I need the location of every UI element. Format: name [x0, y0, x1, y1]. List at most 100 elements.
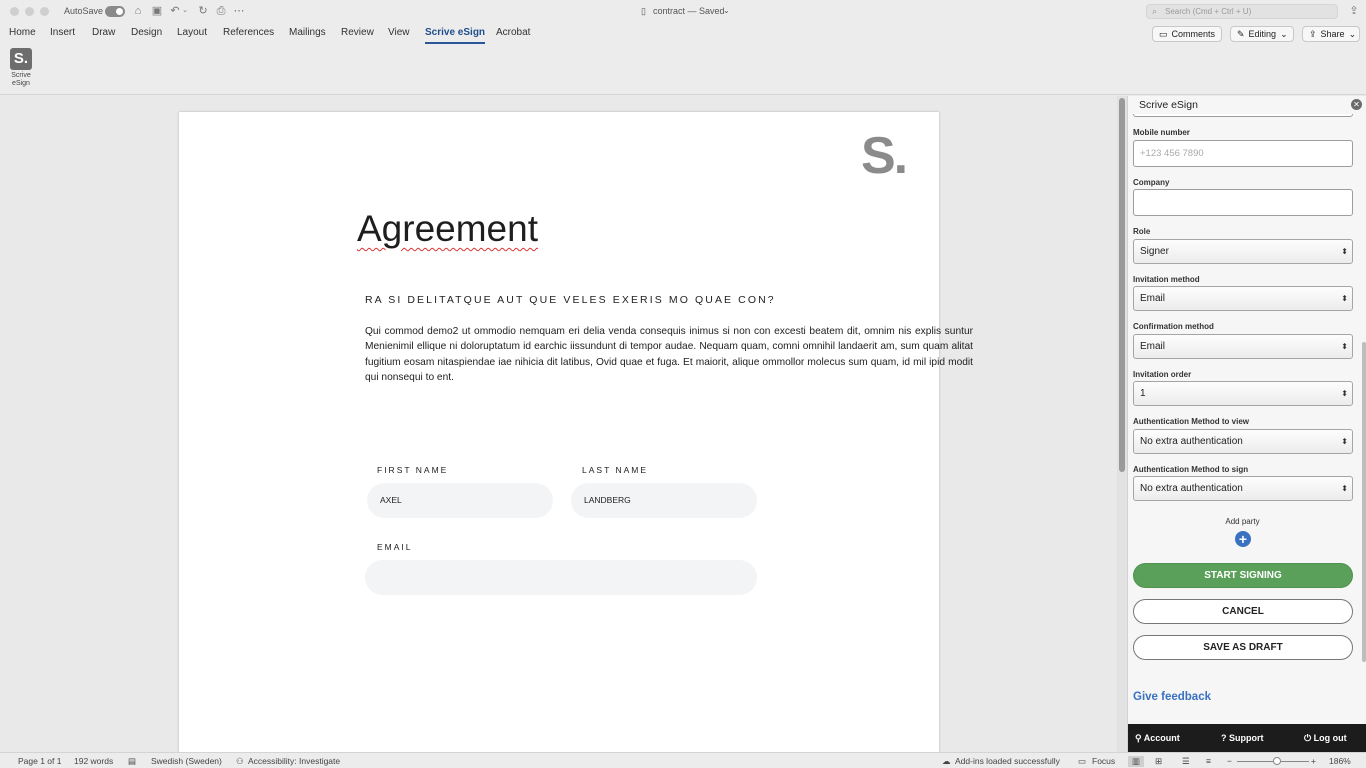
scrive-esign-ribbon-button[interactable]: S. Scrive eSign: [8, 48, 34, 92]
confirmation-method-select[interactable]: Email ⬍: [1133, 334, 1353, 359]
auth-sign-value: No extra authentication: [1140, 483, 1243, 494]
chevron-down-icon: ⌄: [1280, 28, 1288, 39]
invitation-method-select[interactable]: Email ⬍: [1133, 286, 1353, 311]
invitation-order-value: 1: [1140, 388, 1146, 399]
cancel-button[interactable]: CANCEL: [1133, 599, 1353, 624]
search-input[interactable]: ⌕ Search (Cmd + Ctrl + U): [1146, 4, 1338, 19]
logout-button[interactable]: ⏻ Log out: [1304, 733, 1347, 744]
close-window-button[interactable]: [10, 7, 19, 16]
add-party-plus-icon[interactable]: +: [1235, 531, 1251, 547]
tab-draw[interactable]: Draw: [92, 27, 115, 38]
last-name-field[interactable]: LANDBERG: [571, 483, 757, 518]
title-chevron-down-icon[interactable]: ⌄: [723, 6, 730, 15]
autosave-toggle[interactable]: [105, 6, 125, 17]
word-count[interactable]: 192 words: [74, 756, 113, 766]
document-scrollbar[interactable]: [1117, 96, 1127, 752]
document-title[interactable]: contract — Saved: [653, 6, 725, 16]
tab-acrobat[interactable]: Acrobat: [496, 27, 530, 38]
undo-dropdown-icon[interactable]: ⌄: [181, 4, 189, 18]
home-icon[interactable]: ⌂: [131, 4, 145, 18]
outline-view-icon[interactable]: ☰: [1182, 756, 1190, 767]
auth-sign-label: Authentication Method to sign: [1133, 465, 1249, 474]
zoom-out-icon[interactable]: −: [1227, 756, 1232, 766]
tab-layout[interactable]: Layout: [177, 27, 207, 38]
print-icon[interactable]: ⎙: [214, 4, 228, 18]
redo-icon[interactable]: ↻: [196, 4, 210, 18]
focus-button[interactable]: Focus: [1092, 756, 1115, 766]
email-label: EMAIL: [377, 542, 413, 552]
comment-icon: ▭: [1159, 28, 1168, 39]
account-label: Account: [1143, 733, 1180, 743]
web-layout-icon[interactable]: ⊞: [1155, 756, 1162, 767]
company-input[interactable]: [1133, 189, 1353, 216]
document-page[interactable]: S. Agreement RA SI DELITATQUE AUT QUE VE…: [179, 112, 973, 752]
zoom-in-icon[interactable]: +: [1311, 756, 1316, 766]
first-name-label: FIRST NAME: [377, 465, 449, 475]
mobile-number-input[interactable]: +123 456 7890: [1133, 140, 1353, 167]
confirmation-method-label: Confirmation method: [1133, 322, 1214, 331]
zoom-window-button[interactable]: [40, 7, 49, 16]
first-name-field[interactable]: AXEL: [367, 483, 553, 518]
undo-icon[interactable]: ↶: [168, 4, 182, 18]
zoom-level[interactable]: 186%: [1329, 756, 1351, 766]
save-icon[interactable]: ▣: [150, 4, 164, 18]
save-as-draft-button[interactable]: SAVE AS DRAFT: [1133, 635, 1353, 660]
auth-sign-select[interactable]: No extra authentication ⬍: [1133, 476, 1353, 501]
confirmation-method-value: Email: [1140, 341, 1166, 352]
more-icon[interactable]: ⋯: [232, 4, 246, 18]
tab-mailings[interactable]: Mailings: [289, 27, 326, 38]
email-field[interactable]: [365, 560, 757, 595]
auth-view-select[interactable]: No extra authentication ⬍: [1133, 429, 1353, 454]
language-status[interactable]: Swedish (Sweden): [151, 756, 222, 766]
invitation-method-label: Invitation method: [1133, 275, 1200, 284]
tab-design[interactable]: Design: [131, 27, 162, 38]
pane-scrollbar[interactable]: [1362, 342, 1366, 662]
tab-view[interactable]: View: [388, 27, 410, 38]
close-icon[interactable]: ✕: [1351, 99, 1362, 110]
share-label: Share: [1320, 29, 1345, 39]
zoom-slider-knob[interactable]: [1273, 757, 1281, 765]
tab-home[interactable]: Home: [9, 27, 36, 38]
share-window-icon[interactable]: ⇪: [1347, 4, 1361, 18]
logout-label: Log out: [1313, 733, 1347, 743]
start-signing-button[interactable]: START SIGNING: [1133, 563, 1353, 588]
page-count[interactable]: Page 1 of 1: [18, 756, 61, 766]
support-button[interactable]: ? Support: [1221, 733, 1264, 743]
document-scrollbar-thumb[interactable]: [1119, 98, 1125, 472]
invitation-order-select[interactable]: 1 ⬍: [1133, 381, 1353, 406]
tab-insert[interactable]: Insert: [50, 27, 75, 38]
proofing-icon[interactable]: ▤: [128, 756, 136, 767]
question-icon: ?: [1221, 733, 1227, 743]
minimize-window-button[interactable]: [25, 7, 34, 16]
document-title-heading: Agreement: [357, 208, 538, 249]
select-arrows-icon: ⬍: [1341, 342, 1348, 351]
share-button[interactable]: ⇪ Share ⌄: [1302, 26, 1360, 42]
scrive-esign-ribbon-label: Scrive eSign: [11, 72, 31, 87]
autosave-label: AutoSave: [64, 6, 104, 16]
give-feedback-link[interactable]: Give feedback: [1133, 691, 1211, 703]
select-arrows-icon: ⬍: [1341, 484, 1348, 493]
tab-scrive-esign[interactable]: Scrive eSign: [425, 27, 486, 44]
document-body-paragraph: Qui commod demo2 ut ommodio nemquam eri …: [365, 326, 973, 384]
addins-status: Add-ins loaded successfully: [955, 756, 1060, 766]
search-icon: ⌕: [1152, 6, 1158, 16]
select-arrows-icon: ⬍: [1341, 437, 1348, 446]
role-select[interactable]: Signer ⬍: [1133, 239, 1353, 264]
accessibility-status[interactable]: Accessibility: Investigate: [248, 756, 340, 766]
editing-button[interactable]: ✎ Editing ⌄: [1230, 26, 1294, 42]
tab-review[interactable]: Review: [341, 27, 374, 38]
comments-label: Comments: [1171, 29, 1216, 39]
tab-references[interactable]: References: [223, 27, 274, 38]
focus-icon: ▭: [1078, 756, 1087, 766]
document-subtitle: RA SI DELITATQUE AUT QUE VELES EXERIS MO…: [365, 294, 776, 306]
invitation-order-label: Invitation order: [1133, 370, 1192, 379]
pencil-icon: ✎: [1237, 28, 1245, 39]
print-layout-icon[interactable]: ▥: [1128, 756, 1145, 767]
last-name-label: LAST NAME: [582, 465, 649, 475]
comments-button[interactable]: ▭ Comments: [1152, 26, 1222, 42]
pane-footer: ⚲ Account ? Support ⏻ Log out: [1128, 724, 1366, 752]
person-icon: ⚲: [1135, 733, 1142, 743]
share-icon: ⇪: [1309, 28, 1317, 39]
account-button[interactable]: ⚲ Account: [1135, 733, 1180, 744]
draft-view-icon[interactable]: ≡: [1206, 756, 1211, 766]
